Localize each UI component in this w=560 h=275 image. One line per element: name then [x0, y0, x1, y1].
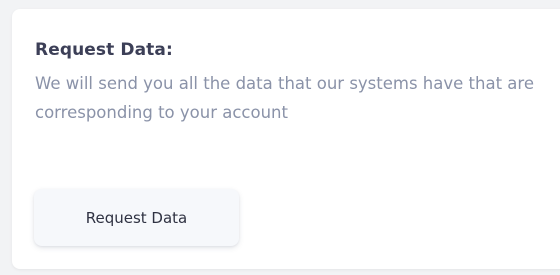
section-description: We will send you all the data that our s… [35, 74, 534, 122]
section-title: Request Data: [35, 40, 173, 60]
page: Request Data: We will send you all the d… [0, 0, 560, 275]
request-data-button[interactable]: Request Data [34, 189, 239, 246]
